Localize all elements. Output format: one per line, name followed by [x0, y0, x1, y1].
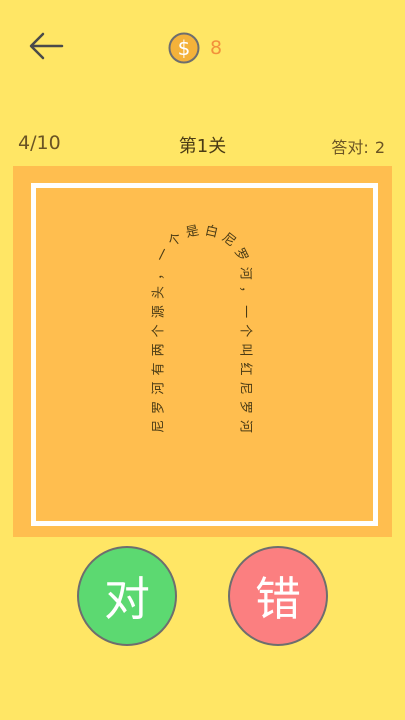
quote-char: 尼: [152, 420, 167, 433]
score-value: 2: [374, 138, 385, 157]
quote-char: ，: [238, 286, 253, 299]
score-label: 答对:: [331, 138, 369, 157]
quote-char: 个: [152, 324, 167, 337]
quote-text: 尼罗河有两个源头，一个是白尼罗河，一个叫红尼罗河: [151, 222, 253, 433]
arrow-left-icon: [29, 32, 64, 60]
back-button[interactable]: [26, 26, 66, 66]
coin-symbol: $: [178, 36, 191, 60]
quote-char: 个: [238, 324, 253, 337]
quote-char: 两: [152, 343, 167, 356]
quote-char: 河: [238, 420, 253, 433]
quote-char: 叫: [238, 343, 253, 356]
quote-char: 源: [152, 305, 167, 318]
quote-char: 头: [152, 286, 167, 299]
stats-row: 4/10 第1关 答对: 2: [0, 132, 405, 160]
quote-char: 红: [238, 362, 254, 375]
quote-char: 罗: [152, 401, 167, 414]
quote-char: 一: [238, 305, 253, 318]
coin-balance: $ 8: [168, 32, 222, 64]
question-card: 尼罗河有两个源头，一个是白尼罗河，一个叫红尼罗河: [13, 166, 392, 537]
quote-glyphs: 尼罗河有两个源头，一个是白尼罗河，一个叫红尼罗河: [151, 222, 253, 433]
quote-char: 尼: [219, 230, 239, 250]
quote-char: 个: [166, 230, 186, 250]
coin-count: 8: [210, 37, 223, 59]
quote-char: 有: [152, 362, 167, 375]
quote-char: 河: [237, 267, 252, 280]
quote-char: ，: [151, 267, 166, 280]
wrong-button[interactable]: 错: [228, 546, 328, 646]
quote-char: 罗: [231, 246, 250, 264]
quote-char: 是: [185, 223, 201, 240]
correct-button[interactable]: 对: [77, 546, 177, 646]
quote-char: 白: [204, 222, 220, 240]
quote-char: 河: [152, 382, 167, 395]
quote-char: 尼: [238, 382, 253, 395]
quote-char: 一: [154, 246, 173, 264]
quote-char: 罗: [238, 401, 253, 414]
score: 答对: 2: [331, 134, 385, 158]
dollar-coin-icon: $: [168, 32, 200, 64]
